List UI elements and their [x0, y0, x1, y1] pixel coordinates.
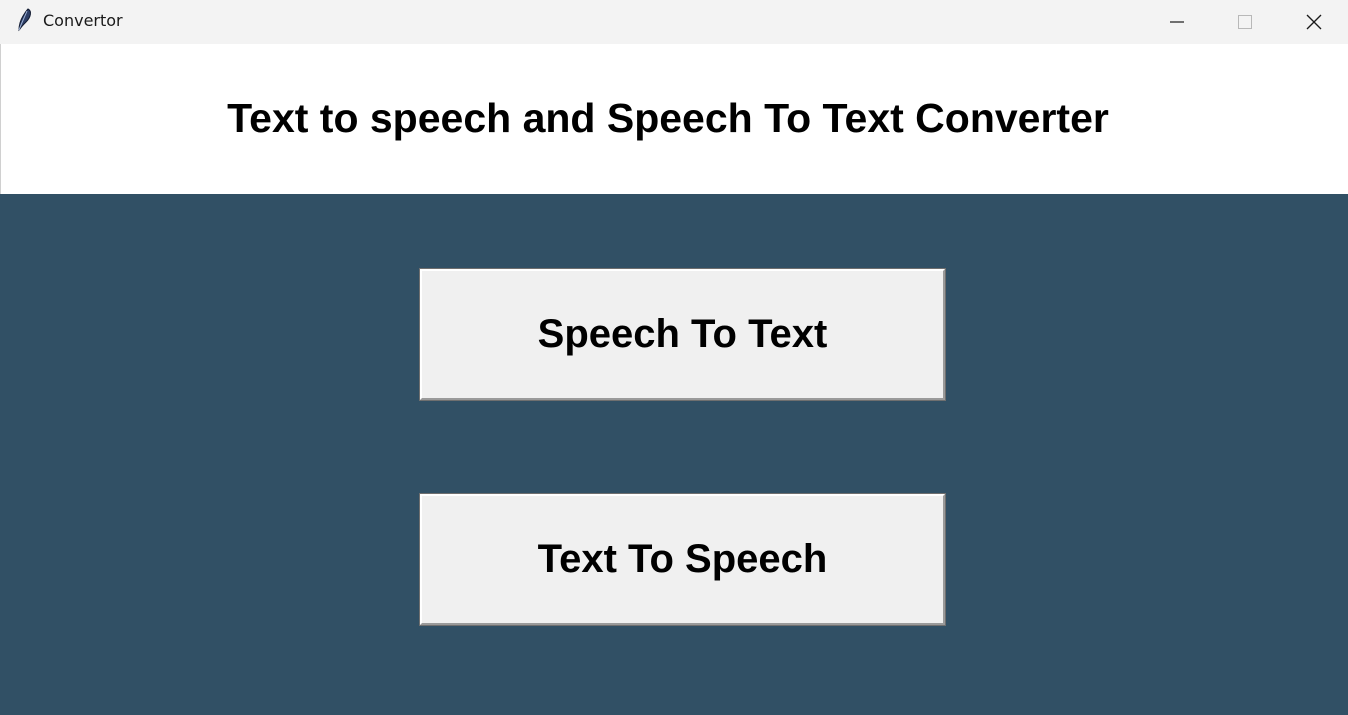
app-window: Convertor Text to speech and Speech To T… [0, 0, 1348, 715]
speech-to-text-button[interactable]: Speech To Text [419, 268, 946, 401]
text-to-speech-button[interactable]: Text To Speech [419, 493, 946, 626]
close-button[interactable] [1280, 0, 1348, 44]
minimize-icon [1169, 14, 1185, 30]
title-bar[interactable]: Convertor [0, 0, 1348, 44]
page-title: Text to speech and Speech To Text Conver… [227, 95, 1109, 141]
main-panel: Speech To Text Text To Speech [0, 194, 1348, 715]
close-icon [1305, 13, 1323, 31]
minimize-button[interactable] [1143, 0, 1211, 44]
maximize-button[interactable] [1211, 0, 1279, 44]
maximize-icon [1237, 14, 1253, 30]
feather-icon [14, 8, 36, 32]
header-panel: Text to speech and Speech To Text Conver… [0, 44, 1348, 194]
window-title: Convertor [43, 11, 123, 30]
